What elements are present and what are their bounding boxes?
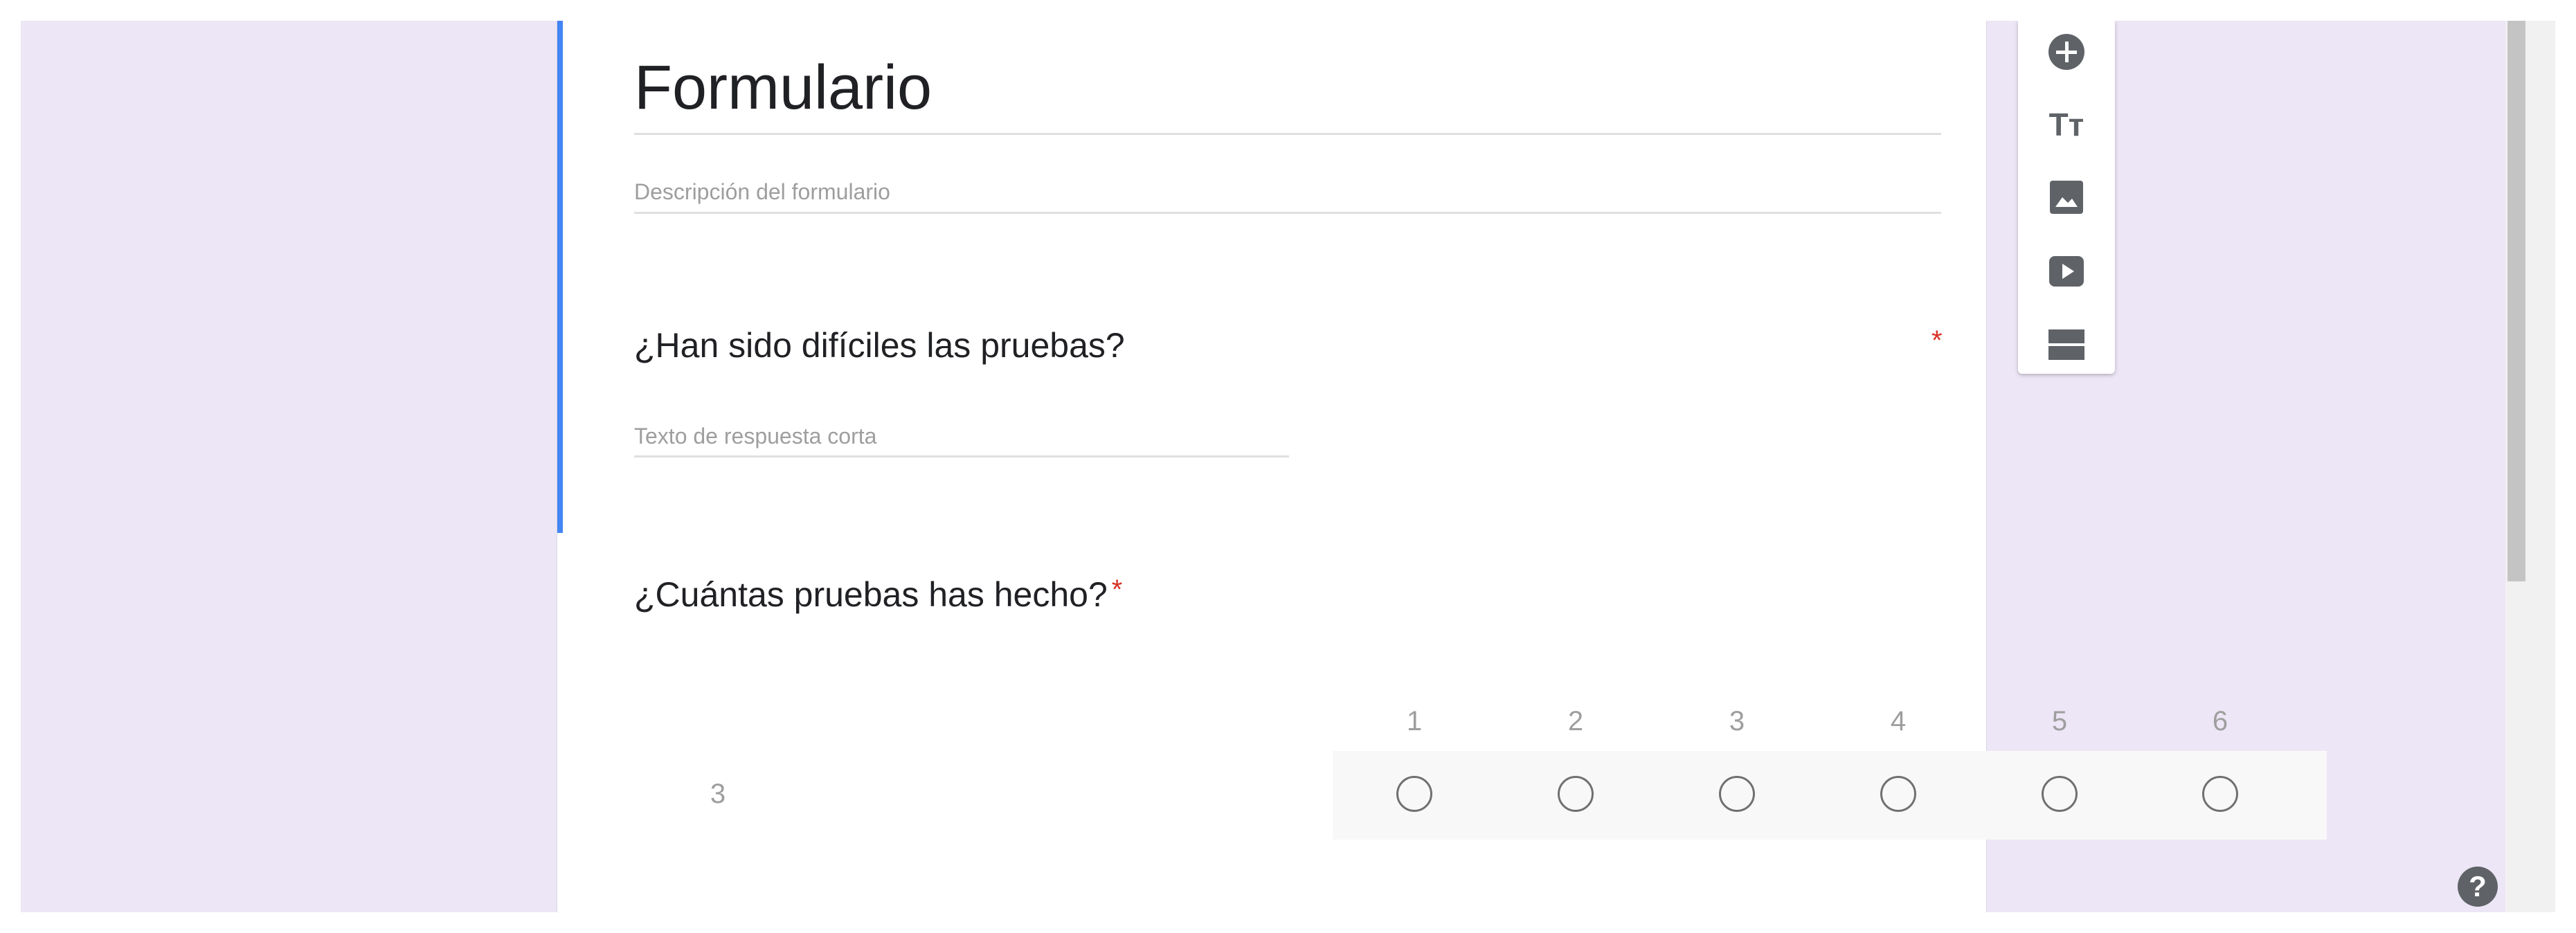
add-video-button[interactable] — [2018, 237, 2115, 306]
active-section-indicator — [557, 21, 563, 533]
add-title-icon: Tт — [2048, 107, 2084, 143]
grid-column-header: 2 — [1567, 706, 1584, 736]
question-2-title[interactable]: ¿Cuántas pruebas has hecho? * — [634, 574, 1122, 615]
page-scrollbar-thumb[interactable] — [2507, 21, 2525, 581]
grid-column-header: 1 — [1406, 706, 1423, 736]
grid-radio-button[interactable] — [2042, 776, 2078, 812]
grid-column-header: 3 — [1729, 706, 1745, 736]
help-icon: ? — [2469, 870, 2487, 903]
add-question-icon — [2048, 34, 2084, 70]
grid-radio-button[interactable] — [1719, 776, 1755, 812]
add-image-icon — [2050, 181, 2083, 214]
add-title-button[interactable]: Tт — [2018, 90, 2115, 159]
add-section-button[interactable] — [2018, 310, 2115, 379]
add-question-button[interactable] — [2018, 21, 2115, 87]
question-1-title[interactable]: ¿Han sido difíciles las pruebas? — [634, 325, 1125, 365]
add-image-button[interactable] — [2018, 163, 2115, 232]
grid-row-background — [1333, 751, 2327, 840]
question-1-short-answer-field: Texto de respuesta corta — [634, 417, 1289, 458]
grid-column-header: 4 — [1890, 706, 1907, 736]
question-2-title-text: ¿Cuántas pruebas has hecho? — [634, 575, 1108, 614]
grid-column-header: 5 — [2051, 706, 2068, 736]
form-editor-viewport: Formulario Descripción del formulario ¿H… — [21, 21, 2526, 912]
form-description-field[interactable]: Descripción del formulario — [634, 172, 1941, 214]
grid-radio-button[interactable] — [2202, 776, 2238, 812]
grid-radio-button[interactable] — [1880, 776, 1916, 812]
help-button[interactable]: ? — [2458, 867, 2498, 907]
question-1-required-mark: * — [1931, 325, 1943, 356]
grid-column-header: 6 — [2212, 706, 2228, 736]
form-card: Formulario Descripción del formulario ¿H… — [557, 21, 2327, 912]
side-toolbar: Tт — [2018, 21, 2115, 374]
add-video-icon — [2049, 256, 2084, 287]
grid-radio-button[interactable] — [1558, 776, 1594, 812]
grid-row-label: 3 — [710, 779, 726, 809]
add-section-icon — [2048, 329, 2084, 360]
question-2-required-mark: * — [1111, 574, 1123, 605]
grid-radio-button[interactable] — [1396, 776, 1432, 812]
form-title[interactable]: Formulario — [634, 43, 1941, 135]
